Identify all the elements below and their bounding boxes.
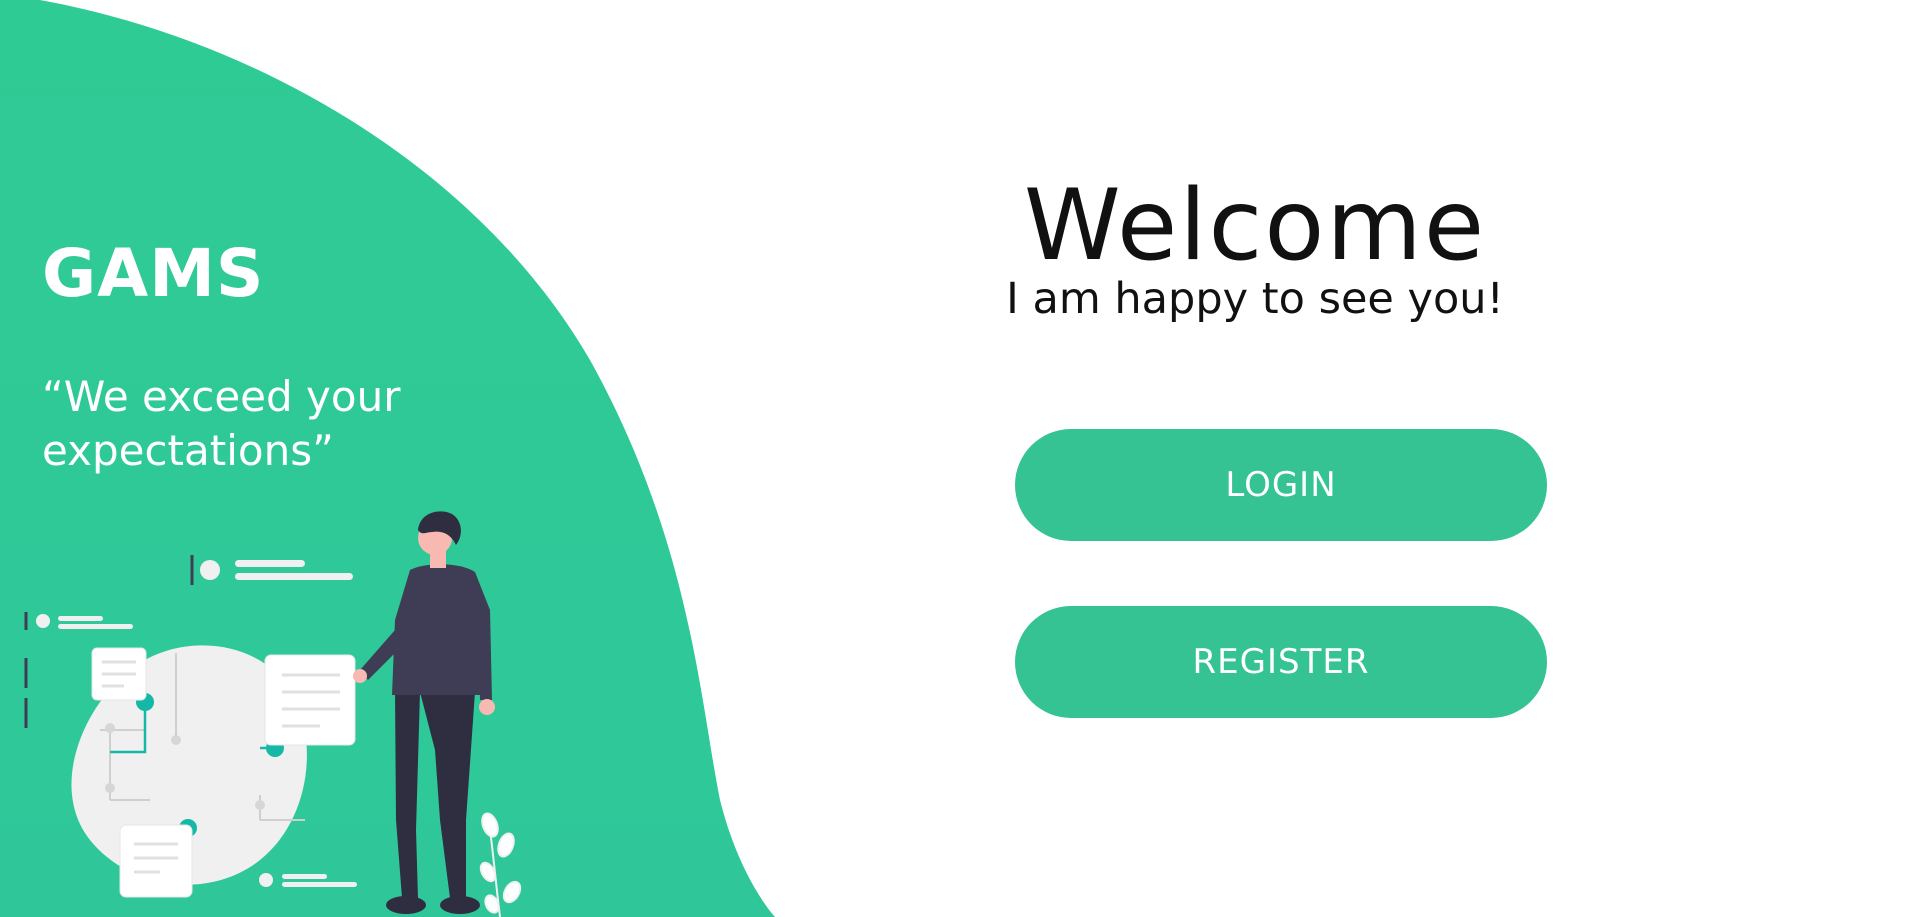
login-landing-page: GAMS “We exceed your expectations” Welco… — [0, 0, 1924, 917]
brand-logo-text: GAMS — [42, 235, 265, 312]
person-with-documents-illustration — [24, 511, 522, 917]
welcome-subtitle: I am happy to see you! — [1006, 274, 1504, 324]
register-button[interactable]: REGISTER — [1015, 606, 1547, 718]
login-button[interactable]: LOGIN — [1015, 429, 1547, 541]
welcome-title: Welcome — [1023, 169, 1487, 283]
brand-tagline: “We exceed your expectations” — [42, 372, 401, 475]
